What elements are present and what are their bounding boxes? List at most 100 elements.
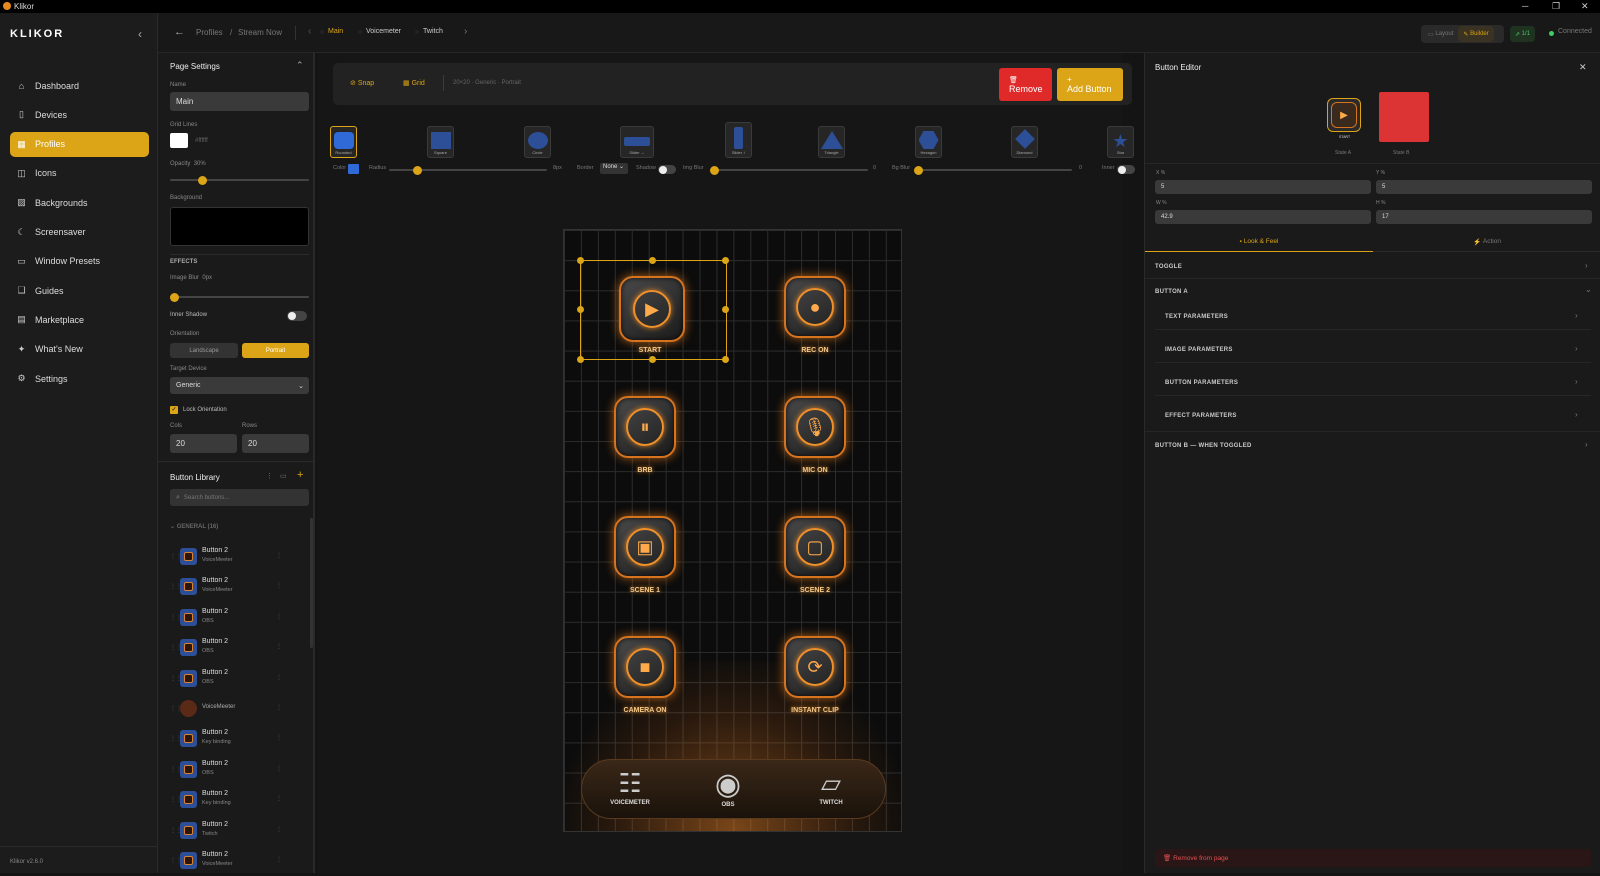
sidebar-item-settings[interactable]: ⚙ Settings	[10, 366, 149, 391]
opacity-slider-knob[interactable]	[197, 175, 207, 185]
y-input[interactable]: 5	[1376, 180, 1592, 194]
bg-blur-slider[interactable]	[914, 165, 1072, 175]
lock-orientation-checkbox[interactable]: ✓	[170, 406, 178, 414]
keypad-button-start[interactable]: ▶ START	[619, 276, 695, 354]
more-icon[interactable]: ⋮	[276, 826, 282, 833]
shape-diamond-button[interactable]: Diamond	[1011, 126, 1038, 158]
button-b-section[interactable]: BUTTON B — WHEN TOGGLED	[1155, 443, 1252, 449]
more-icon[interactable]: ⋮	[276, 552, 282, 559]
chevron-down-icon[interactable]: ⌄	[1585, 285, 1592, 294]
library-scrollbar[interactable]	[310, 518, 313, 648]
toggle-section[interactable]: TOGGLE	[1155, 264, 1182, 270]
snap-toggle[interactable]: ⊘ Snap	[350, 79, 374, 87]
border-select[interactable]: None ⌄	[600, 163, 628, 174]
image-parameters-row[interactable]: IMAGE PARAMETERS	[1165, 347, 1233, 353]
button-a-section[interactable]: BUTTON A	[1155, 289, 1188, 295]
page-tab-voicemeter[interactable]: Voicemeter	[358, 28, 401, 35]
sidebar-item-window-presets[interactable]: ▭ Window Presets	[10, 249, 149, 274]
sidebar-item-dashboard[interactable]: ⌂ Dashboard	[10, 73, 149, 98]
page-tab-twitch[interactable]: Twitch	[415, 28, 443, 35]
page-name-input[interactable]: Main	[170, 92, 309, 111]
sidebar-item-backgrounds[interactable]: ▨ Backgrounds	[10, 190, 149, 215]
chevron-right-icon[interactable]: ›	[1575, 311, 1578, 320]
library-item[interactable]: ⋮⋮ Button 2 Key binding ⋮	[168, 726, 308, 754]
keypad-button-instant-clip[interactable]: ⟳ INSTANT CLIP	[784, 636, 860, 714]
back-icon[interactable]: ←	[174, 26, 185, 38]
image-blur-knob[interactable]	[170, 292, 179, 302]
h-input[interactable]: 17	[1376, 210, 1592, 224]
shape-slider-vertical-button[interactable]: Slider ↕	[725, 122, 752, 158]
add-button[interactable]: + Add Button	[1057, 68, 1123, 101]
shape-square-button[interactable]: Square	[427, 126, 454, 158]
bg-blur-knob[interactable]	[914, 165, 923, 175]
more-icon[interactable]: ⋮	[276, 674, 282, 681]
library-item[interactable]: ⋮⋮ Button 2 Twitch ⋮	[168, 818, 308, 846]
keypad-button-scene-2[interactable]: ▢ SCENE 2	[784, 516, 860, 594]
img-blur-slider[interactable]	[710, 165, 868, 175]
dock-item-voicemeter[interactable]: ☷ VOICEMETER	[606, 766, 654, 806]
target-device-select[interactable]: Generic ⌄	[170, 377, 309, 394]
folder-icon[interactable]: ▭	[280, 472, 287, 480]
collapse-settings-icon[interactable]: ⌃	[296, 60, 304, 71]
sidebar-item-whats-new[interactable]: ✦ What's New	[10, 337, 149, 362]
resize-handle[interactable]	[722, 356, 729, 363]
grid-view-icon[interactable]: ⋮	[266, 472, 273, 480]
chevron-right-icon[interactable]: ›	[1575, 410, 1578, 419]
inner-shadow-toggle[interactable]	[287, 311, 307, 321]
tab-look-and-feel[interactable]: ⬩ Look & Feel	[1145, 232, 1373, 252]
keypad-button-brb[interactable]: ⏸ BRB	[614, 396, 690, 474]
remove-button[interactable]: 🗑 Remove	[999, 68, 1052, 101]
library-item[interactable]: ⋮⋮ Button 2 VoiceMeeter ⋮	[168, 848, 308, 876]
remove-from-page-button[interactable]: 🗑 Remove from page	[1155, 849, 1591, 867]
dock-item-twitch[interactable]: ▱ TWITCH	[807, 766, 855, 806]
x-input[interactable]: 5	[1155, 180, 1371, 194]
sidebar-item-marketplace[interactable]: ▤ Marketplace	[10, 307, 149, 332]
keypad-button-mic-on[interactable]: 🎙 MIC ON	[784, 396, 860, 474]
minimize-button[interactable]: ─	[1522, 1, 1528, 11]
cols-input[interactable]: 20	[170, 434, 237, 453]
restore-button[interactable]: ❐	[1552, 1, 1560, 12]
grid-toggle[interactable]: ▦ Grid	[403, 79, 425, 87]
chevron-right-icon[interactable]: ›	[1585, 440, 1588, 449]
img-blur-knob[interactable]	[710, 165, 719, 175]
more-icon[interactable]: ⋮	[276, 734, 282, 741]
landscape-button[interactable]: Landscape	[170, 343, 238, 358]
more-icon[interactable]: ⋮	[276, 795, 282, 802]
prev-page-icon[interactable]: ‹	[308, 26, 311, 37]
library-item[interactable]: ⋮⋮ Button 2 Key binding ⋮	[168, 787, 308, 815]
resize-handle[interactable]	[722, 306, 729, 313]
sidebar-item-devices[interactable]: ▯ Devices	[10, 102, 149, 127]
add-library-button[interactable]: +	[297, 469, 303, 481]
color-swatch[interactable]	[348, 164, 359, 174]
sidebar-item-guides[interactable]: ❑ Guides	[10, 278, 149, 303]
shape-hexagon-button[interactable]: Hexagon	[915, 126, 942, 158]
more-icon[interactable]: ⋮	[276, 765, 282, 772]
state-a-preview[interactable]: ▶	[1327, 98, 1361, 132]
more-icon[interactable]: ⋮	[276, 613, 282, 620]
library-search[interactable]: ⌕ Search buttons...	[170, 489, 309, 506]
library-group-header[interactable]: ⌄ GENERAL (16)	[170, 523, 218, 530]
resize-handle[interactable]	[577, 257, 584, 264]
resize-handle[interactable]	[722, 257, 729, 264]
radius-knob[interactable]	[413, 165, 422, 175]
close-window-button[interactable]: ✕	[1581, 1, 1589, 12]
library-item[interactable]: ⋮⋮ Button 2 VoiceMeeter ⋮	[168, 574, 308, 602]
chevron-right-icon[interactable]: ›	[1575, 377, 1578, 386]
keypad-button-camera-on[interactable]: ■ CAMERA ON	[614, 636, 690, 714]
w-input[interactable]: 42.9	[1155, 210, 1371, 224]
dock-item-obs[interactable]: ◉ OBS	[704, 768, 752, 808]
page-tab-main[interactable]: Main	[320, 28, 343, 35]
button-parameters-row[interactable]: BUTTON PARAMETERS	[1165, 380, 1238, 386]
rows-input[interactable]: 20	[242, 434, 309, 453]
shadow-toggle[interactable]	[658, 165, 676, 174]
effect-parameters-row[interactable]: EFFECT PARAMETERS	[1165, 413, 1237, 419]
library-item[interactable]: ⋮⋮ Button 2 VoiceMeeter ⋮	[168, 544, 308, 572]
text-parameters-row[interactable]: TEXT PARAMETERS	[1165, 314, 1228, 320]
background-preview[interactable]	[170, 207, 309, 246]
breadcrumb-profiles[interactable]: Profiles	[196, 28, 223, 37]
state-b-preview[interactable]	[1379, 92, 1429, 142]
library-item[interactable]: ⋮⋮ Button 2 OBS ⋮	[168, 605, 308, 633]
more-icon[interactable]: ⋮	[276, 704, 282, 711]
resize-handle[interactable]	[649, 356, 656, 363]
chevron-right-icon[interactable]: ›	[1575, 344, 1578, 353]
